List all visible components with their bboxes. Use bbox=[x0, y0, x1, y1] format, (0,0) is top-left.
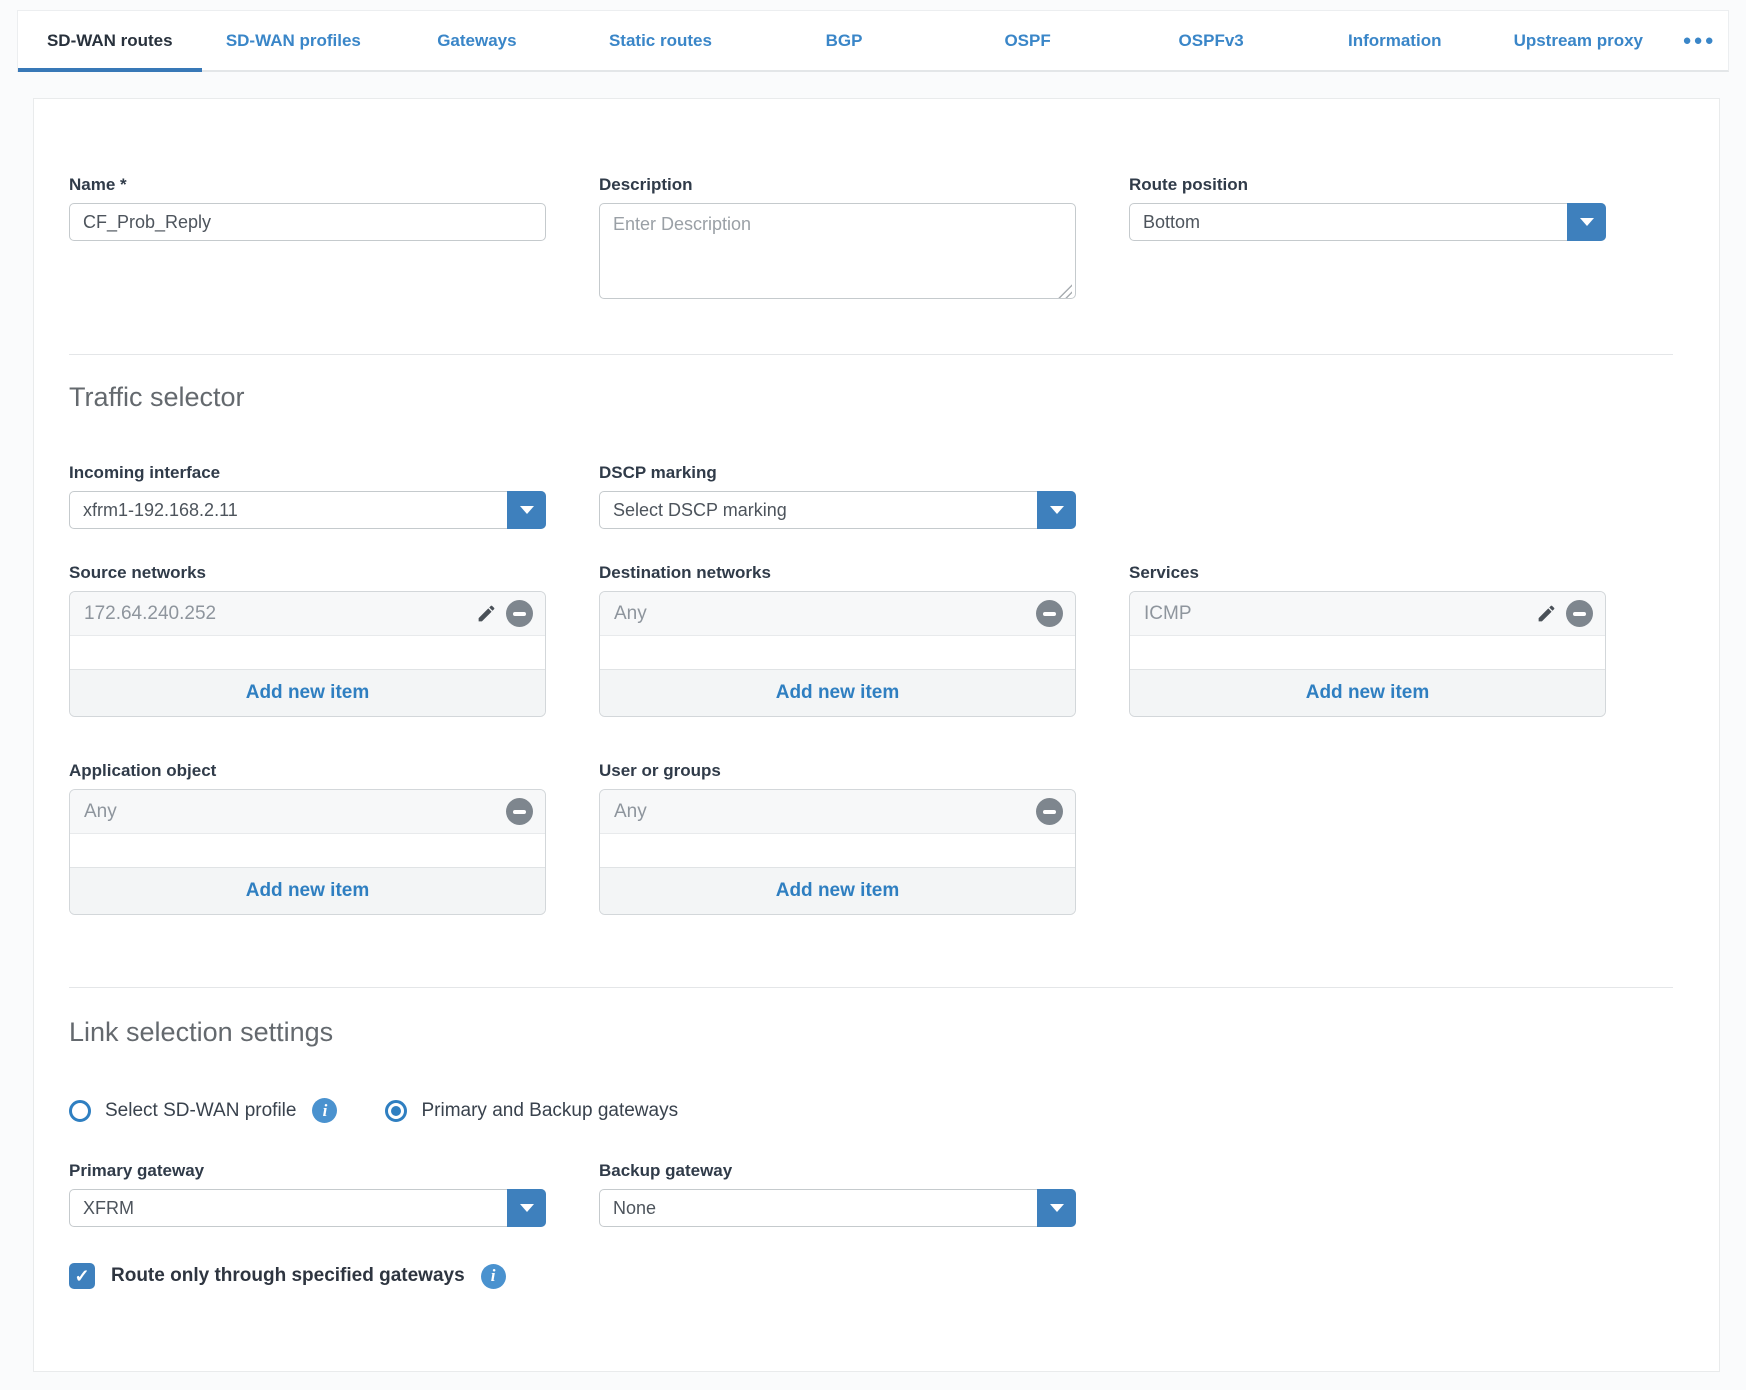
tab-ospfv3[interactable]: OSPFv3 bbox=[1119, 11, 1303, 70]
dscp-marking-dropdown[interactable]: Select DSCP marking bbox=[599, 491, 1076, 529]
section-divider bbox=[69, 354, 1673, 355]
description-input[interactable] bbox=[599, 203, 1076, 299]
dscp-marking-label: DSCP marking bbox=[599, 461, 1076, 485]
backup-gateway-label: Backup gateway bbox=[599, 1159, 1076, 1183]
info-icon[interactable]: i bbox=[481, 1264, 506, 1289]
services-label: Services bbox=[1129, 561, 1606, 585]
route-only-label: Route only through specified gateways bbox=[111, 1265, 465, 1287]
primary-gateway-label: Primary gateway bbox=[69, 1159, 546, 1183]
dropdown-value: Select DSCP marking bbox=[600, 500, 1037, 521]
link-selection-radio-group: Select SD-WAN profile i Primary and Back… bbox=[69, 1098, 1671, 1123]
route-position-dropdown[interactable]: Bottom bbox=[1129, 203, 1606, 241]
add-new-item-button[interactable]: Add new item bbox=[600, 669, 1075, 716]
traffic-selector-heading: Traffic selector bbox=[69, 379, 1671, 415]
list-item-text: Any bbox=[614, 603, 1036, 625]
tab-sdwan-profiles[interactable]: SD-WAN profiles bbox=[202, 11, 386, 70]
tab-bar: SD-WAN routes SD-WAN profiles Gateways S… bbox=[17, 10, 1729, 72]
radio-label: Primary and Backup gateways bbox=[421, 1100, 678, 1122]
listbox-empty-area bbox=[1130, 636, 1605, 669]
remove-item-icon[interactable] bbox=[1566, 600, 1593, 627]
add-new-item-button[interactable]: Add new item bbox=[1130, 669, 1605, 716]
general-settings-row: Name * Description Route position Bottom bbox=[69, 173, 1671, 304]
route-only-checkbox[interactable]: ✓ bbox=[69, 1263, 95, 1289]
gateways-row: Primary gateway XFRM Backup gateway None bbox=[69, 1159, 1671, 1227]
list-item: ICMP bbox=[1130, 592, 1605, 636]
sdwan-route-form: Name * Description Route position Bottom… bbox=[33, 98, 1720, 1372]
more-tabs-icon[interactable]: ●●● bbox=[1670, 11, 1728, 70]
remove-item-icon[interactable] bbox=[506, 600, 533, 627]
dropdown-value: None bbox=[600, 1198, 1037, 1219]
radio-label: Select SD-WAN profile bbox=[105, 1100, 296, 1122]
list-item-text: ICMP bbox=[1144, 603, 1536, 625]
name-label: Name * bbox=[69, 173, 546, 197]
remove-item-icon[interactable] bbox=[1036, 600, 1063, 627]
services-listbox: ICMP Add new item bbox=[1129, 591, 1606, 717]
radio-primary-backup-gateways[interactable] bbox=[385, 1100, 407, 1122]
incoming-interface-label: Incoming interface bbox=[69, 461, 546, 485]
tab-bgp[interactable]: BGP bbox=[752, 11, 936, 70]
user-or-groups-label: User or groups bbox=[599, 759, 1076, 783]
remove-item-icon[interactable] bbox=[1036, 798, 1063, 825]
networks-services-row: Source networks 172.64.240.252 Add new i… bbox=[69, 561, 1671, 717]
primary-gateway-dropdown[interactable]: XFRM bbox=[69, 1189, 546, 1227]
chevron-down-icon[interactable] bbox=[1567, 203, 1606, 241]
application-object-label: Application object bbox=[69, 759, 546, 783]
list-item: 172.64.240.252 bbox=[70, 592, 545, 636]
remove-item-icon[interactable] bbox=[506, 798, 533, 825]
interface-dscp-row: Incoming interface xfrm1-192.168.2.11 DS… bbox=[69, 461, 1671, 529]
user-or-groups-listbox: Any Add new item bbox=[599, 789, 1076, 915]
add-new-item-button[interactable]: Add new item bbox=[600, 867, 1075, 914]
add-new-item-button[interactable]: Add new item bbox=[70, 669, 545, 716]
route-only-row: ✓ Route only through specified gateways … bbox=[69, 1263, 1671, 1289]
tab-upstream-proxy[interactable]: Upstream proxy bbox=[1487, 11, 1671, 70]
list-item: Any bbox=[70, 790, 545, 834]
backup-gateway-dropdown[interactable]: None bbox=[599, 1189, 1076, 1227]
listbox-empty-area bbox=[600, 636, 1075, 669]
edit-pencil-icon[interactable] bbox=[476, 603, 497, 624]
application-object-listbox: Any Add new item bbox=[69, 789, 546, 915]
app-user-row: Application object Any Add new item User… bbox=[69, 759, 1671, 915]
add-new-item-button[interactable]: Add new item bbox=[70, 867, 545, 914]
name-input[interactable] bbox=[69, 203, 546, 241]
description-label: Description bbox=[599, 173, 1076, 197]
listbox-empty-area bbox=[70, 834, 545, 867]
list-item: Any bbox=[600, 790, 1075, 834]
destination-networks-listbox: Any Add new item bbox=[599, 591, 1076, 717]
list-item-text: 172.64.240.252 bbox=[84, 603, 476, 625]
tab-ospf[interactable]: OSPF bbox=[936, 11, 1120, 70]
chevron-down-icon[interactable] bbox=[507, 1189, 546, 1227]
tab-static-routes[interactable]: Static routes bbox=[569, 11, 753, 70]
radio-select-sdwan-profile[interactable] bbox=[69, 1100, 91, 1122]
source-networks-listbox: 172.64.240.252 Add new item bbox=[69, 591, 546, 717]
list-item-text: Any bbox=[614, 801, 1036, 823]
list-item-text: Any bbox=[84, 801, 506, 823]
destination-networks-label: Destination networks bbox=[599, 561, 1076, 585]
section-divider bbox=[69, 987, 1673, 988]
listbox-empty-area bbox=[70, 636, 545, 669]
list-item: Any bbox=[600, 592, 1075, 636]
edit-pencil-icon[interactable] bbox=[1536, 603, 1557, 624]
link-selection-heading: Link selection settings bbox=[69, 1014, 1671, 1050]
source-networks-label: Source networks bbox=[69, 561, 546, 585]
incoming-interface-dropdown[interactable]: xfrm1-192.168.2.11 bbox=[69, 491, 546, 529]
chevron-down-icon[interactable] bbox=[1037, 491, 1076, 529]
route-position-label: Route position bbox=[1129, 173, 1606, 197]
chevron-down-icon[interactable] bbox=[1037, 1189, 1076, 1227]
tab-sdwan-routes[interactable]: SD-WAN routes bbox=[18, 11, 202, 70]
dropdown-value: XFRM bbox=[70, 1198, 507, 1219]
tab-gateways[interactable]: Gateways bbox=[385, 11, 569, 70]
chevron-down-icon[interactable] bbox=[507, 491, 546, 529]
info-icon[interactable]: i bbox=[312, 1098, 337, 1123]
tab-information[interactable]: Information bbox=[1303, 11, 1487, 70]
dropdown-value: Bottom bbox=[1130, 212, 1567, 233]
dropdown-value: xfrm1-192.168.2.11 bbox=[70, 500, 507, 521]
listbox-empty-area bbox=[600, 834, 1075, 867]
